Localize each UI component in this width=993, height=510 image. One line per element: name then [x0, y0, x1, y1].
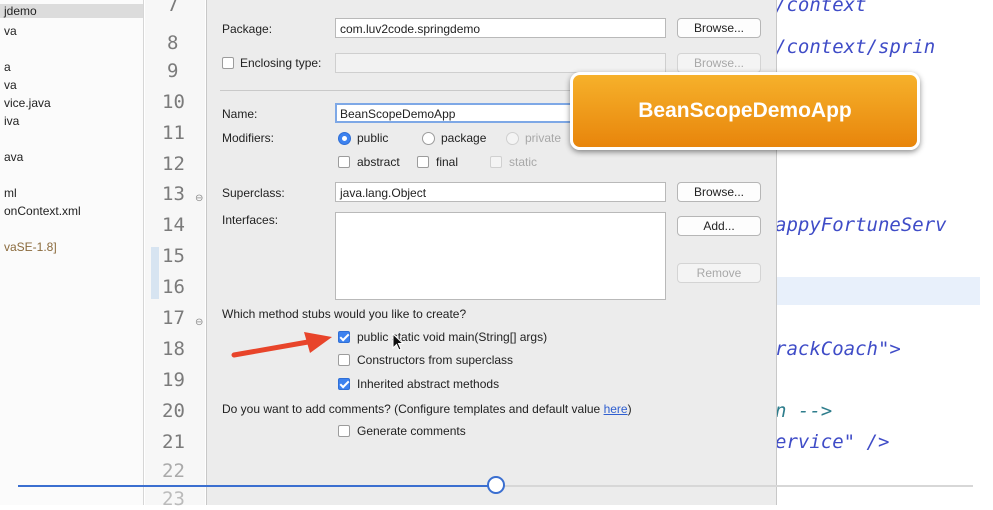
line-number: 7	[167, 0, 179, 16]
final-label: final	[436, 155, 459, 169]
enclosing-type-field[interactable]	[335, 53, 666, 73]
package-field[interactable]: com.luv2code.springdemo	[335, 18, 666, 38]
tree-item[interactable]: va	[4, 78, 17, 92]
static-checkbox[interactable]	[490, 156, 502, 168]
name-label: Name:	[222, 107, 258, 121]
line-number: 9	[167, 60, 179, 82]
line-number: 10	[162, 91, 185, 113]
line-number: 14	[162, 214, 185, 236]
package-browse-button[interactable]: Browse...	[677, 18, 761, 38]
code-line: /context	[775, 0, 867, 16]
main-method-checkbox[interactable]	[338, 331, 350, 343]
code-line: /context/sprin	[775, 36, 936, 58]
generate-comments-checkbox[interactable]	[338, 425, 350, 437]
constructors-label: Constructors from superclass	[357, 353, 514, 367]
current-line-highlight	[775, 277, 980, 305]
static-label: static	[509, 155, 538, 169]
editor-gutter: 7 8 9 10 11 12 13 ⊖ 14 15 16 17 ⊖ 18 19 …	[145, 0, 205, 510]
tree-item[interactable]: iva	[4, 114, 19, 128]
enclosing-type-checkbox[interactable]	[222, 57, 234, 69]
code-line: rackCoach">	[775, 338, 901, 360]
main-method-label: public static void main(String[] args)	[357, 330, 548, 344]
tree-item[interactable]: a	[4, 60, 11, 74]
line-number: 8	[167, 32, 179, 54]
generate-comments-label: Generate comments	[357, 424, 466, 438]
superclass-label: Superclass:	[222, 186, 285, 200]
video-scrubber-progress	[18, 485, 496, 487]
line-number: 20	[162, 400, 185, 422]
line-number: 17	[162, 307, 185, 329]
private-radio[interactable]	[506, 132, 519, 145]
change-marker	[151, 247, 159, 299]
superclass-browse-button[interactable]: Browse...	[677, 182, 761, 202]
line-number: 23	[162, 488, 185, 510]
add-interface-button[interactable]: Add...	[677, 216, 761, 236]
inherited-methods-checkbox[interactable]	[338, 378, 350, 390]
line-number: 12	[162, 153, 185, 175]
line-number: 19	[162, 369, 185, 391]
public-radio[interactable]	[338, 132, 351, 145]
code-line: appyFortuneServ	[775, 214, 947, 236]
interfaces-label: Interfaces:	[222, 213, 279, 227]
superclass-field[interactable]: java.lang.Object	[335, 182, 666, 202]
private-label: private	[525, 131, 562, 145]
fold-icon[interactable]: ⊖	[195, 193, 203, 204]
tree-item[interactable]: va	[4, 24, 17, 38]
code-line: ervice" />	[775, 431, 890, 453]
class-name-callout: BeanScopeDemoApp	[570, 72, 920, 150]
comments-question-close: )	[627, 402, 632, 416]
stubs-question: Which method stubs would you like to cre…	[222, 307, 467, 321]
video-scrubber-handle[interactable]	[487, 476, 505, 494]
package-radio[interactable]	[422, 132, 435, 145]
project-explorer: jdemo va a va vice.java iva ava ml onCon…	[0, 0, 144, 505]
fold-icon[interactable]: ⊖	[195, 317, 203, 328]
tree-item[interactable]: vice.java	[4, 96, 51, 110]
line-number: 16	[162, 276, 185, 298]
comments-question: Do you want to add comments? (Configure …	[222, 402, 632, 416]
line-number: 11	[162, 122, 185, 144]
line-number: 18	[162, 338, 185, 360]
class-name-field[interactable]: BeanScopeDemoApp	[335, 103, 585, 123]
line-number: 21	[162, 431, 185, 453]
annotation-arrow-icon	[231, 332, 332, 358]
line-number: 15	[162, 245, 185, 267]
line-number: 13	[162, 183, 185, 205]
tree-item-springdemo[interactable]: jdemo	[0, 4, 143, 18]
modifiers-label: Modifiers:	[222, 131, 275, 145]
configure-templates-link[interactable]: here	[604, 402, 628, 416]
remove-interface-button[interactable]: Remove	[677, 263, 761, 283]
tree-item[interactable]: ava	[4, 150, 23, 164]
enclosing-type-label: Enclosing type:	[240, 56, 322, 70]
line-number: 22	[162, 460, 185, 482]
enclosing-browse-button[interactable]: Browse...	[677, 53, 761, 73]
inherited-methods-label: Inherited abstract methods	[357, 377, 500, 391]
tree-item-application-context[interactable]: onContext.xml	[4, 204, 81, 218]
final-checkbox[interactable]	[417, 156, 429, 168]
tree-item-jre-library[interactable]: vaSE-1.8]	[4, 240, 57, 254]
public-label: public	[357, 131, 389, 145]
interfaces-list[interactable]	[335, 212, 666, 300]
mouse-cursor-icon	[392, 333, 404, 351]
constructors-checkbox[interactable]	[338, 354, 350, 366]
abstract-label: abstract	[357, 155, 400, 169]
package-label: Package:	[222, 22, 273, 36]
package-modifier-label: package	[441, 131, 487, 145]
abstract-checkbox[interactable]	[338, 156, 350, 168]
comments-question-text: Do you want to add comments? (Configure …	[222, 402, 604, 416]
code-line: n -->	[775, 400, 833, 422]
tree-item[interactable]: ml	[4, 186, 17, 200]
